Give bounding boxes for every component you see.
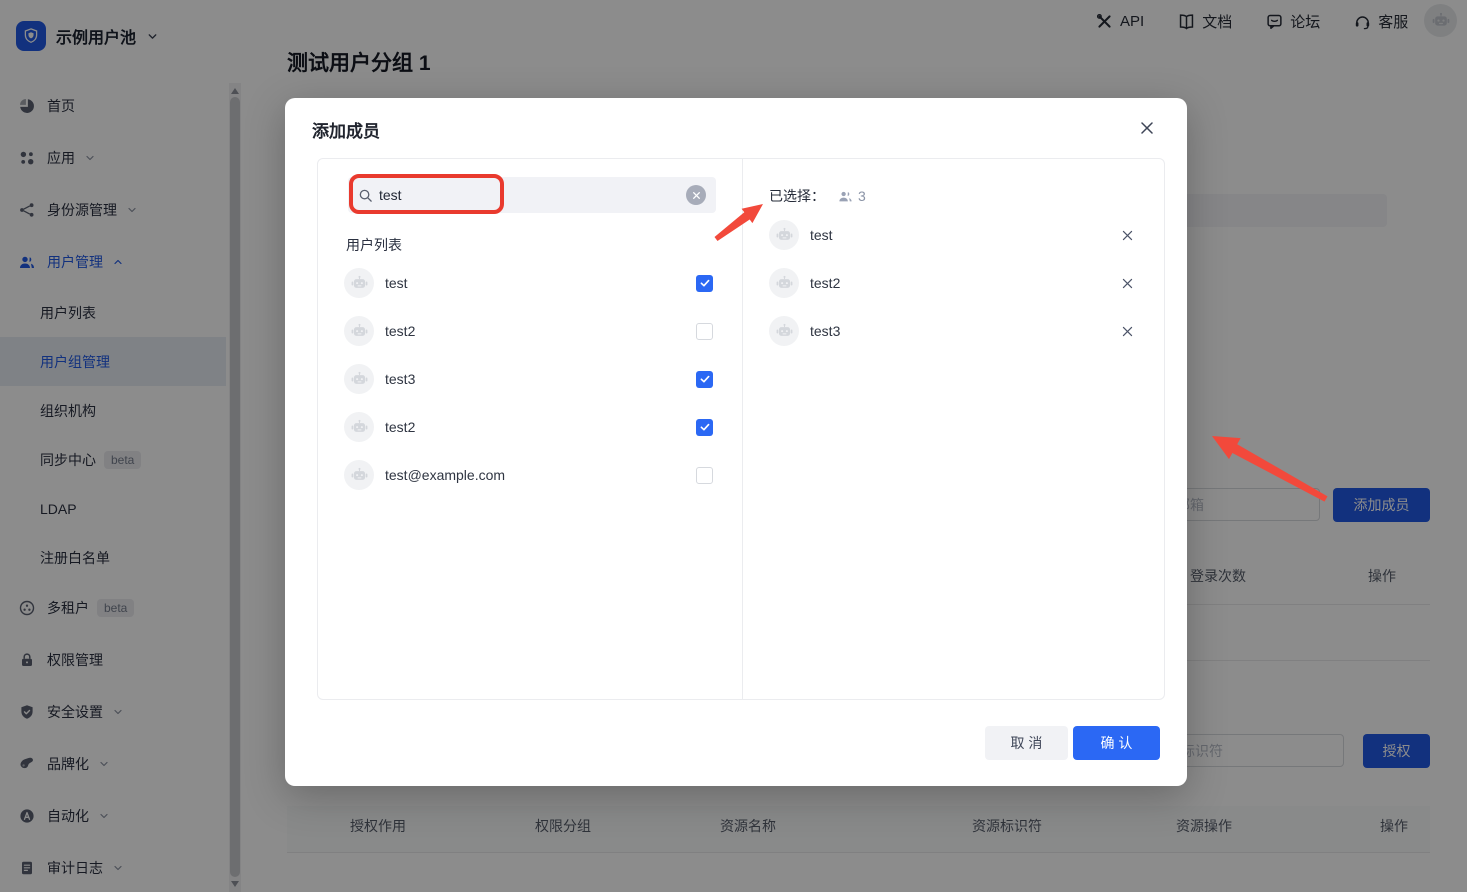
- user-list-title: 用户列表: [346, 235, 402, 255]
- user-list-row[interactable]: test2: [318, 403, 741, 451]
- user-name: test2: [810, 275, 840, 291]
- selected-header: 已选择： 3: [769, 186, 866, 206]
- user-checkbox[interactable]: [696, 275, 713, 292]
- search-icon: [358, 188, 373, 203]
- remove-selected-icon[interactable]: [1118, 226, 1136, 244]
- user-checkbox[interactable]: [696, 371, 713, 388]
- user-name: test: [385, 275, 408, 291]
- users-count-icon: [838, 189, 853, 204]
- user-name: test2: [385, 419, 415, 435]
- remove-selected-icon[interactable]: [1118, 274, 1136, 292]
- user-list-row[interactable]: test@example.com: [318, 451, 741, 499]
- user-search-input[interactable]: [379, 187, 686, 203]
- user-name: test2: [385, 323, 415, 339]
- user-avatar: [344, 460, 374, 490]
- user-avatar: [344, 268, 374, 298]
- user-avatar: [344, 412, 374, 442]
- remove-selected-icon[interactable]: [1118, 322, 1136, 340]
- user-avatar: [344, 316, 374, 346]
- user-list-row[interactable]: test: [318, 259, 741, 307]
- modal-title: 添加成员: [312, 117, 380, 142]
- user-name: test: [810, 227, 833, 243]
- confirm-button[interactable]: 确 认: [1073, 726, 1160, 760]
- user-avatar: [344, 364, 374, 394]
- user-avatar: [769, 316, 799, 346]
- selected-panel: 已选择： 3 test test2 test3: [743, 159, 1164, 699]
- user-checkbox[interactable]: [696, 419, 713, 436]
- user-name: test3: [385, 371, 415, 387]
- user-list-panel: 用户列表 test test2 test3 test2 test@example.com: [318, 159, 743, 699]
- user-name: test@example.com: [385, 467, 505, 483]
- selected-count: 3: [858, 188, 866, 204]
- selected-user-row: test2: [743, 259, 1164, 307]
- user-checkbox[interactable]: [696, 467, 713, 484]
- cancel-button[interactable]: 取 消: [985, 726, 1068, 760]
- add-member-modal: 添加成员 用户列表 testtest2test3test2test@exampl…: [285, 98, 1187, 786]
- selected-label: 已选择：: [769, 186, 825, 206]
- clear-search-icon[interactable]: [686, 185, 706, 205]
- user-search-bar: [348, 177, 716, 213]
- user-list-row[interactable]: test3: [318, 355, 741, 403]
- user-list-row[interactable]: test2: [318, 307, 741, 355]
- close-icon[interactable]: [1136, 117, 1158, 139]
- selected-user-row: test: [743, 211, 1164, 259]
- modal-footer: 取 消 确 认: [985, 726, 1160, 760]
- user-name: test3: [810, 323, 840, 339]
- user-avatar: [769, 268, 799, 298]
- member-picker: 用户列表 testtest2test3test2test@example.com…: [317, 158, 1165, 700]
- selected-user-row: test3: [743, 307, 1164, 355]
- user-avatar: [769, 220, 799, 250]
- user-checkbox[interactable]: [696, 323, 713, 340]
